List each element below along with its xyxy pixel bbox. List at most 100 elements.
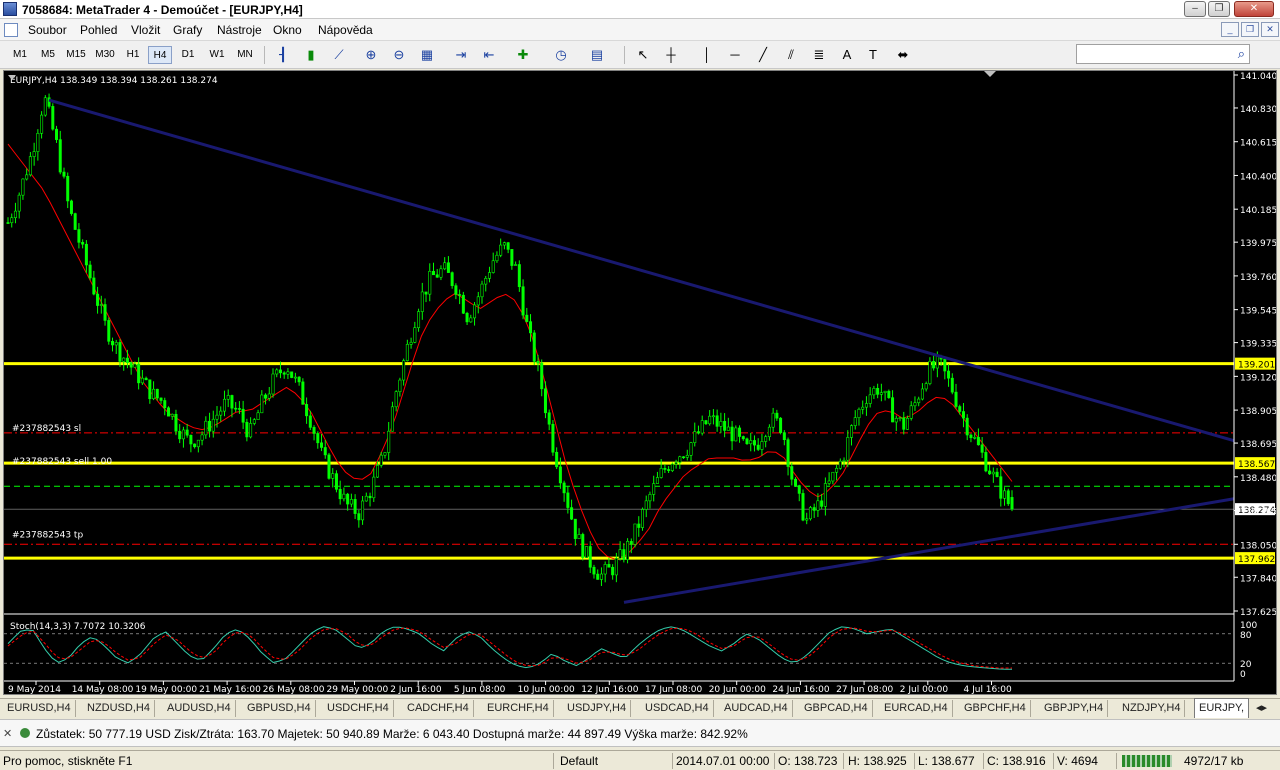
timeframe-d1[interactable]: D1 [176,46,200,64]
candle-body [499,244,503,256]
candle-body [857,408,861,418]
text-tool-icon[interactable]: A [838,46,856,64]
candle-body [999,476,1003,499]
timeframe-m1[interactable]: M1 [8,46,32,64]
candle-body [674,462,678,465]
mdi-restore-button[interactable]: ❐ [1241,22,1259,37]
zoom-in-icon[interactable]: ⊕ [362,46,380,64]
chart-tab[interactable]: USDCHF,H4 [323,700,394,717]
timeframe-mn[interactable]: MN [232,46,258,64]
candle-body [566,492,570,508]
line-chart-icon[interactable]: ⟋ [330,46,348,64]
status-profile[interactable]: Default [560,754,598,768]
chart-tab[interactable]: GBPUSD,H4 [243,700,316,717]
chart-tab[interactable]: NZDJPY,H4 [1118,700,1186,717]
chart-tab[interactable]: GBPJPY,H4 [1040,700,1109,717]
tile-windows-icon[interactable]: ▦ [418,46,436,64]
zoom-out-icon[interactable]: ⊖ [390,46,408,64]
search-icon[interactable]: ⌕ [1238,46,1245,62]
candlestick-icon[interactable]: ▮ [302,46,320,64]
maximize-button[interactable]: ❐ [1208,1,1230,17]
candle-body [88,264,92,279]
minimize-button[interactable]: – [1184,1,1206,17]
chart-tab[interactable]: USDCAD,H4 [641,700,714,717]
candle-body [637,523,641,528]
candle-body [730,426,734,442]
cursor-icon[interactable]: ↖ [634,46,652,64]
text-label-icon[interactable]: T [864,46,882,64]
candle-body [103,304,107,321]
templates-icon[interactable]: ▤ [588,46,606,64]
timeframe-m15[interactable]: M15 [63,46,89,64]
candle-body [450,272,454,286]
vertical-line-icon[interactable]: │ [698,46,716,64]
menu-grafy[interactable]: Grafy [173,23,202,37]
chart-tab[interactable]: GBPCAD,H4 [800,700,873,717]
chart-shift-icon[interactable]: ⇥ [452,46,470,64]
menu-vlozit[interactable]: Vložit [131,23,160,37]
candle-body [928,361,932,384]
timeframe-m5[interactable]: M5 [36,46,60,64]
menu-soubor[interactable]: Soubor [28,23,67,37]
candle-body [55,128,59,140]
candle-body [573,518,577,539]
candle-body [219,410,223,416]
candle-body [838,460,842,469]
autoscroll-icon[interactable]: ⇤ [480,46,498,64]
menu-pohled[interactable]: Pohled [80,23,117,37]
candle-body [879,392,883,395]
timeframe-h4[interactable]: H4 [148,46,172,64]
mdi-close-button[interactable]: ✕ [1261,22,1279,37]
bar-chart-icon[interactable]: ┨ [274,46,292,64]
candle-body [872,388,876,396]
channel-icon[interactable]: ⫽ [782,46,800,64]
fibonacci-icon[interactable]: ≣ [810,46,828,64]
chart-tab[interactable]: EURUSD,H4 [3,700,76,717]
candle-body [917,398,921,404]
menu-nastroje[interactable]: Nástroje [217,23,262,37]
crosshair-icon[interactable]: ┼ [662,46,680,64]
mdi-minimize-button[interactable]: _ [1221,22,1239,37]
chart-tab[interactable]: GBPCHF,H4 [960,700,1031,717]
tab-scroll-arrows-icon[interactable]: ◂▸ [1252,700,1271,717]
chart-window[interactable]: 139.201 138.567 137.962 138.274 100 80 20 0 14… [3,70,1277,695]
close-button[interactable]: ✕ [1234,1,1274,17]
candle-body [155,388,159,399]
horizontal-line-icon[interactable]: ─ [726,46,744,64]
chart-tab[interactable]: NZDUSD,H4 [83,700,155,717]
indicators-icon[interactable]: ✚ [514,46,532,64]
candle-body [222,398,226,412]
candle-body [622,549,626,560]
candle-body [779,417,783,433]
candle-body [476,296,480,306]
time-tick-label: 27 Jun 08:00 [836,685,893,694]
close-panel-icon[interactable]: ✕ [3,727,12,740]
price-chart[interactable]: 139.201138.567137.962138.274 10080200 14… [4,71,1276,694]
chart-tab[interactable]: AUDCAD,H4 [720,700,793,717]
trendline-icon[interactable]: ╱ [754,46,772,64]
candle-body [443,262,447,270]
chart-tab[interactable]: USDJPY,H4 [563,700,632,717]
timeframe-w1[interactable]: W1 [204,46,230,64]
menu-okno[interactable]: Okno [273,23,302,37]
search-input[interactable]: ⌕ [1076,44,1250,64]
timeframe-m30[interactable]: M30 [92,46,118,64]
metatrader-icon [3,2,17,16]
chart-tab[interactable]: CADCHF,H4 [403,700,474,717]
menu-napoveda[interactable]: Nápověda [318,23,373,37]
candle-body [495,254,499,262]
stoch-level-label: 20 [1240,660,1252,670]
chart-tab[interactable]: AUDUSD,H4 [163,700,236,717]
candle-body [969,434,973,439]
chart-tab[interactable]: EURCAD,H4 [880,700,953,717]
timeframe-h1[interactable]: H1 [121,46,145,64]
price-tick-label: 138.265 [1240,508,1276,518]
chart-tab[interactable]: EURJPY, [1194,698,1250,718]
arrows-icon[interactable]: ⬌ [894,46,912,64]
candle-body [234,407,238,410]
candle-body [760,441,764,450]
candle-body [510,249,514,266]
candle-body [950,377,954,393]
periods-icon[interactable]: ◷ [552,46,570,64]
chart-tab[interactable]: EURCHF,H4 [483,700,554,717]
